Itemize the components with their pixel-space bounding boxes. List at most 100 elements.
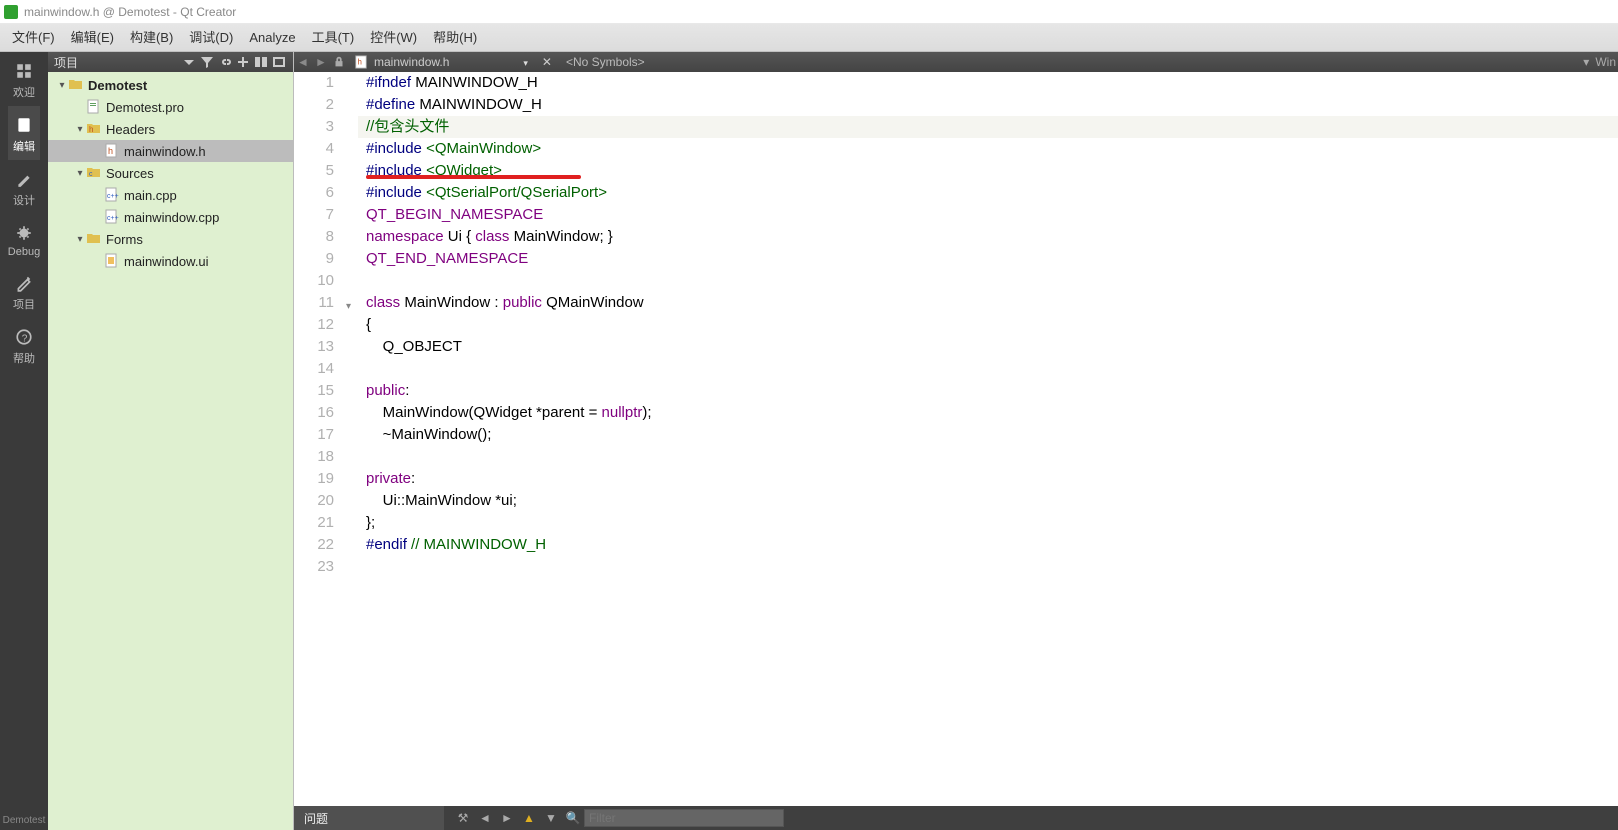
- code-line[interactable]: namespace Ui { class MainWindow; }: [358, 226, 1618, 248]
- code-line[interactable]: [358, 358, 1618, 380]
- warning-icon[interactable]: ▲: [518, 807, 540, 829]
- tree-item-label: mainwindow.ui: [124, 254, 209, 269]
- symbol-selector[interactable]: <No Symbols>: [558, 55, 645, 69]
- tree-item[interactable]: c++mainwindow.cpp: [48, 206, 293, 228]
- code-line[interactable]: public:: [358, 380, 1618, 402]
- code-line[interactable]: MainWindow(QWidget *parent = nullptr);: [358, 402, 1618, 424]
- prev-issue-icon[interactable]: ◄: [474, 807, 496, 829]
- mode-Debug[interactable]: Debug: [8, 214, 40, 264]
- code-editor[interactable]: 1234567891011121314151617181920212223 ▾ …: [294, 72, 1618, 806]
- fold-icon[interactable]: ▾: [346, 296, 351, 318]
- hfile-icon: h: [354, 55, 368, 69]
- tree-item[interactable]: mainwindow.ui: [48, 250, 293, 272]
- svg-text:c++: c++: [107, 193, 119, 200]
- encoding-dropdown-icon[interactable]: ▾: [1579, 55, 1593, 69]
- split-icon[interactable]: [253, 54, 269, 70]
- menu-item[interactable]: 工具(T): [304, 24, 363, 52]
- mode-设计[interactable]: 设计: [8, 160, 40, 214]
- problems-bar: 问题 ⚒ ◄ ► ▲ ▼ 🔍: [294, 806, 1618, 830]
- tree-item[interactable]: ▾Demotest: [48, 74, 293, 96]
- code-line[interactable]: [358, 270, 1618, 292]
- nav-fwd-icon[interactable]: ►: [312, 55, 330, 69]
- tree-item-label: Headers: [106, 122, 155, 137]
- tree-item[interactable]: ▾cSources: [48, 162, 293, 184]
- code-line[interactable]: [358, 446, 1618, 468]
- code-line[interactable]: class MainWindow : public QMainWindow: [358, 292, 1618, 314]
- project-tree[interactable]: ▾DemotestDemotest.pro▾hHeadershmainwindo…: [48, 72, 293, 830]
- search-icon: 🔍: [562, 807, 584, 829]
- code-line[interactable]: private:: [358, 468, 1618, 490]
- menu-item[interactable]: 构建(B): [122, 24, 181, 52]
- code-line[interactable]: };: [358, 512, 1618, 534]
- project-panel-header: 项目: [48, 52, 293, 72]
- next-issue-icon[interactable]: ►: [496, 807, 518, 829]
- link-icon[interactable]: [217, 54, 233, 70]
- line-ending-label[interactable]: Win: [1593, 55, 1618, 69]
- editor-tab-dropdown[interactable]: [513, 55, 536, 69]
- svg-text:h: h: [358, 58, 362, 67]
- window-titlebar: mainwindow.h @ Demotest - Qt Creator: [0, 0, 1618, 24]
- menu-item[interactable]: 帮助(H): [425, 24, 485, 52]
- tree-item[interactable]: ▾Forms: [48, 228, 293, 250]
- editor-tab-close-icon[interactable]: ✕: [536, 55, 558, 69]
- code-line[interactable]: ~MainWindow();: [358, 424, 1618, 446]
- menu-item[interactable]: Analyze: [241, 24, 303, 52]
- menu-item[interactable]: 编辑(E): [63, 24, 122, 52]
- code-line[interactable]: [358, 556, 1618, 578]
- window-title: mainwindow.h @ Demotest - Qt Creator: [24, 5, 236, 19]
- editor-tab[interactable]: h mainwindow.h: [348, 55, 513, 69]
- filter-toggle-icon[interactable]: ▼: [540, 807, 562, 829]
- mode-编辑[interactable]: 编辑: [8, 106, 40, 160]
- code-line[interactable]: #ifndef MAINWINDOW_H: [358, 72, 1618, 94]
- tree-item-label: mainwindow.h: [124, 144, 206, 159]
- tree-item-label: Sources: [106, 166, 154, 181]
- tree-item-label: Forms: [106, 232, 143, 247]
- svg-text:h: h: [108, 146, 113, 156]
- code-line[interactable]: //包含头文件: [358, 116, 1618, 138]
- tree-item[interactable]: ▾hHeaders: [48, 118, 293, 140]
- svg-text:c++: c++: [107, 215, 119, 222]
- project-panel: 项目 ▾DemotestDemotest.pro▾hHeadershmainwi…: [48, 52, 294, 830]
- code-line[interactable]: QT_BEGIN_NAMESPACE: [358, 204, 1618, 226]
- project-panel-title: 项目: [54, 54, 179, 71]
- add-icon[interactable]: [235, 54, 251, 70]
- code-line[interactable]: Ui::MainWindow *ui;: [358, 490, 1618, 512]
- editor-area: ◄ ► h mainwindow.h ✕ <No Symbols> ▾ Win …: [294, 52, 1618, 830]
- line-number-gutter: 1234567891011121314151617181920212223: [294, 72, 344, 806]
- svg-text:?: ?: [22, 334, 28, 345]
- menu-item[interactable]: 控件(W): [362, 24, 425, 52]
- mode-bar: 欢迎编辑设计Debug项目?帮助 Demotest: [0, 52, 48, 830]
- problems-label[interactable]: 问题: [294, 806, 444, 830]
- code-line[interactable]: QT_END_NAMESPACE: [358, 248, 1618, 270]
- code-line[interactable]: #endif // MAINWINDOW_H: [358, 534, 1618, 556]
- code-line[interactable]: #define MAINWINDOW_H: [358, 94, 1618, 116]
- chevron-down-icon[interactable]: [181, 54, 197, 70]
- svg-text:h: h: [89, 125, 93, 134]
- nav-back-icon[interactable]: ◄: [294, 55, 312, 69]
- editor-tab-filename: mainwindow.h: [370, 55, 509, 69]
- code-line[interactable]: {: [358, 314, 1618, 336]
- mode-footer-label: Demotest: [3, 815, 46, 830]
- problems-filter-input[interactable]: [584, 809, 784, 827]
- svg-text:c: c: [89, 171, 93, 178]
- tree-item-label: Demotest.pro: [106, 100, 184, 115]
- mode-欢迎[interactable]: 欢迎: [8, 52, 40, 106]
- close-panel-icon[interactable]: [271, 54, 287, 70]
- editor-tabbar: ◄ ► h mainwindow.h ✕ <No Symbols> ▾ Win: [294, 52, 1618, 72]
- tree-item-label: main.cpp: [124, 188, 177, 203]
- tree-item-label: Demotest: [88, 78, 147, 93]
- code-line[interactable]: #include <QMainWindow>: [358, 138, 1618, 160]
- code-line[interactable]: #include <QtSerialPort/QSerialPort>: [358, 182, 1618, 204]
- filter-icon[interactable]: [199, 54, 215, 70]
- lock-icon[interactable]: [332, 55, 346, 69]
- build-icon[interactable]: ⚒: [452, 807, 474, 829]
- menu-item[interactable]: 调试(D): [181, 24, 241, 52]
- menu-bar: 文件(F)编辑(E)构建(B)调试(D)Analyze工具(T)控件(W)帮助(…: [0, 24, 1618, 52]
- menu-item[interactable]: 文件(F): [4, 24, 63, 52]
- code-line[interactable]: Q_OBJECT: [358, 336, 1618, 358]
- mode-帮助[interactable]: ?帮助: [8, 318, 40, 372]
- tree-item[interactable]: c++ main.cpp: [48, 184, 293, 206]
- tree-item[interactable]: Demotest.pro: [48, 96, 293, 118]
- tree-item[interactable]: h mainwindow.h: [48, 140, 293, 162]
- mode-项目[interactable]: 项目: [8, 264, 40, 318]
